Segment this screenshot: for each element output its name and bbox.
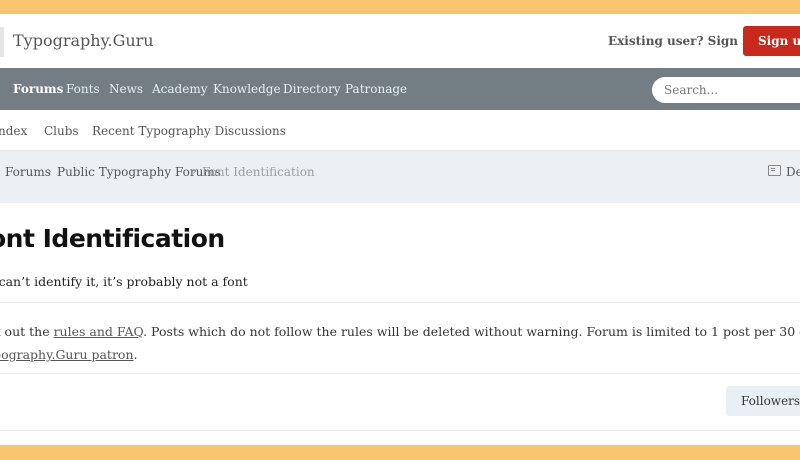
forum-rules-text-2: ypography.Guru patron.	[0, 347, 138, 362]
nav-item-news[interactable]: News	[109, 82, 143, 96]
site-header: Typography.Guru Existing user? Sign In S…	[0, 14, 800, 68]
divider	[0, 430, 800, 431]
site-title[interactable]: Typography.Guru	[13, 31, 154, 50]
logo-icon[interactable]	[0, 27, 4, 57]
nav-item-academy[interactable]: Academy	[152, 82, 207, 96]
description-toggle[interactable]: De	[786, 165, 800, 179]
nav-item-patronage[interactable]: Patronage	[345, 82, 407, 96]
nav-item-knowledge[interactable]: Knowledge	[213, 82, 281, 96]
subnav-item-recent-discussions[interactable]: Recent Typography Discussions	[92, 124, 286, 138]
rules-suffix: . Posts which do not follow the rules wi…	[143, 324, 800, 339]
divider	[0, 373, 800, 374]
breadcrumb-separator: ›	[192, 164, 197, 178]
forum-rules-text: ck out the rules and FAQ. Posts which do…	[0, 324, 800, 339]
breadcrumb-separator: ›	[47, 164, 52, 178]
page-title: ont Identification	[0, 224, 225, 253]
sub-nav: ndex Clubs Recent Typography Discussions	[0, 110, 800, 151]
breadcrumb-forums[interactable]: Forums	[5, 165, 51, 179]
subnav-item-clubs[interactable]: Clubs	[44, 124, 79, 138]
main-nav: Forums Fonts News Academy Knowledge Dire…	[0, 68, 800, 110]
search-input[interactable]	[652, 77, 800, 103]
patron-suffix: .	[133, 347, 138, 362]
sign-up-button[interactable]: Sign up t	[743, 26, 800, 56]
divider	[0, 302, 800, 303]
breadcrumb-current: Font Identification	[202, 165, 315, 179]
patron-link[interactable]: ypography.Guru patron	[0, 347, 134, 362]
description-icon[interactable]	[768, 165, 781, 176]
nav-item-forums[interactable]: Forums	[13, 82, 63, 96]
forum-tagline: f can’t identify it, it’s probably not a…	[0, 274, 248, 289]
page-frame: Typography.Guru Existing user? Sign In S…	[0, 14, 800, 445]
sign-in-label: Existing user? Sign In	[608, 34, 757, 48]
rules-link[interactable]: rules and FAQ	[54, 324, 144, 339]
nav-item-directory[interactable]: Directory	[283, 82, 341, 96]
subnav-item-index[interactable]: ndex	[0, 124, 27, 138]
followers-button[interactable]: Followers	[726, 386, 800, 416]
nav-item-fonts[interactable]: Fonts	[66, 82, 100, 96]
breadcrumb: Forums › Public Typography Forums › Font…	[0, 151, 800, 203]
rules-prefix: ck out the	[0, 324, 50, 339]
